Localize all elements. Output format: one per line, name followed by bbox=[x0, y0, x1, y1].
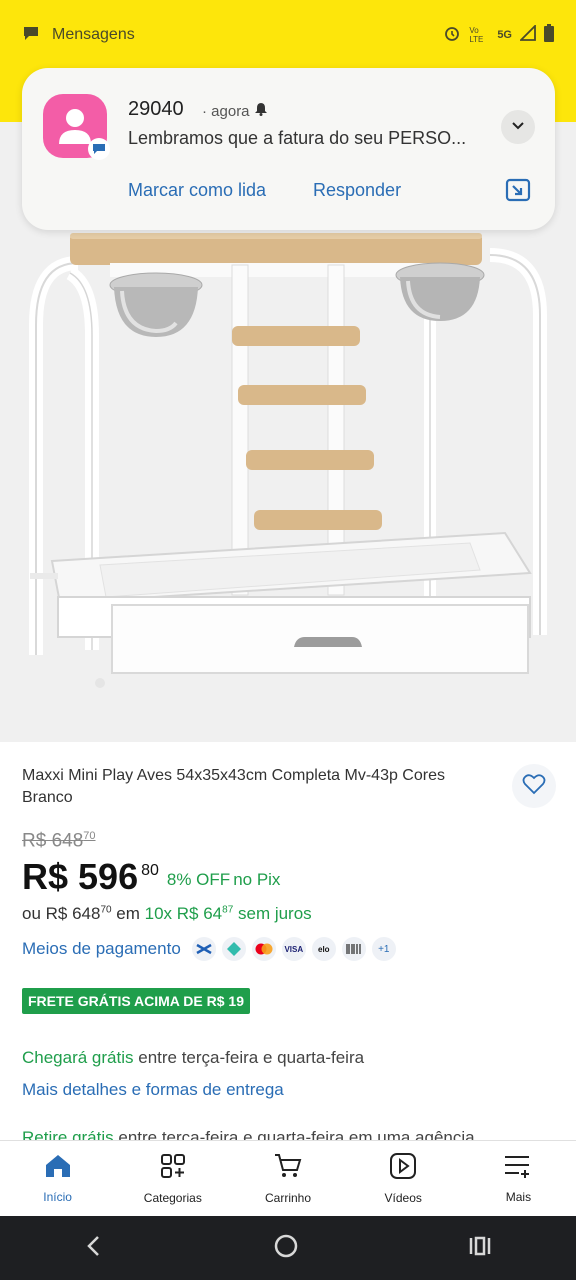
mark-as-read-button[interactable]: Marcar como lida bbox=[128, 180, 266, 201]
heart-icon bbox=[522, 773, 546, 800]
home-circle-icon[interactable] bbox=[273, 1233, 299, 1264]
free-shipping-badge: FRETE GRÁTIS ACIMA DE R$ 19 bbox=[22, 988, 250, 1014]
open-in-app-icon[interactable] bbox=[505, 178, 531, 207]
network-indicator: 5G bbox=[497, 29, 512, 41]
recent-apps-icon[interactable] bbox=[468, 1235, 492, 1262]
categories-icon bbox=[159, 1152, 187, 1185]
installment-mid: em bbox=[111, 904, 145, 923]
arrival-free-label: Chegará grátis bbox=[22, 1048, 134, 1067]
pix-payment-icon bbox=[220, 936, 247, 962]
installment-green: 10x R$ 64 bbox=[144, 904, 223, 923]
notification-card[interactable]: 29040 · agora Lembramos que a fatura do … bbox=[22, 68, 555, 230]
status-bar: Mensagens Vo LTE 5G bbox=[22, 20, 554, 50]
home-icon bbox=[44, 1153, 72, 1184]
product-image[interactable] bbox=[0, 225, 576, 695]
notification-sender: 29040 bbox=[128, 98, 184, 120]
video-icon bbox=[389, 1152, 417, 1185]
system-navigation-bar bbox=[0, 1216, 576, 1280]
current-price: R$ 596 80 8% OFF no Pix bbox=[22, 856, 280, 898]
nav-cart[interactable]: Carrinho bbox=[230, 1141, 345, 1216]
mastercard-payment-icon bbox=[250, 936, 277, 962]
price-cents: 80 bbox=[141, 862, 159, 879]
more-payment-methods-badge[interactable]: +1 bbox=[370, 936, 397, 962]
price-value: R$ 596 bbox=[22, 856, 139, 897]
installment-info: ou R$ 64870 em 10x R$ 6487 sem juros bbox=[22, 904, 312, 924]
original-price-value: R$ 648 bbox=[22, 830, 84, 852]
installment-green-cents: 87 bbox=[222, 904, 234, 916]
notification-time-text: · agora bbox=[202, 102, 250, 120]
payment-methods-row[interactable]: Meios de pagamento VISA elo +1 bbox=[22, 936, 397, 962]
nav-categories[interactable]: Categorias bbox=[115, 1141, 230, 1216]
installment-prefix-cents: 70 bbox=[100, 904, 112, 916]
boleto-payment-icon bbox=[340, 936, 367, 962]
message-icon bbox=[22, 24, 40, 47]
battery-icon bbox=[544, 23, 554, 47]
expand-notification-button[interactable] bbox=[501, 110, 535, 144]
pickup-free-label: Retire grátis bbox=[22, 1128, 114, 1140]
chevron-down-icon bbox=[510, 117, 526, 138]
installment-suffix: sem juros bbox=[233, 904, 312, 923]
status-app-label: Mensagens bbox=[52, 26, 135, 43]
arrival-dates: entre terça-feira e quarta-feira bbox=[133, 1048, 365, 1067]
nav-categories-label: Categorias bbox=[143, 1191, 202, 1205]
nav-cart-label: Carrinho bbox=[264, 1191, 312, 1205]
installment-prefix: ou R$ 648 bbox=[22, 904, 101, 923]
cart-icon bbox=[273, 1152, 303, 1185]
product-title: Maxxi Mini Play Aves 54x35x43cm Completa… bbox=[22, 767, 445, 806]
caixa-payment-icon bbox=[190, 936, 217, 962]
discount-pix-label: no Pix bbox=[233, 870, 281, 889]
notification-time: · agora bbox=[202, 102, 268, 120]
signal-icon bbox=[518, 23, 536, 46]
chat-badge-icon bbox=[88, 138, 110, 160]
alarm-icon bbox=[443, 24, 461, 47]
delivery-details-link[interactable]: Mais detalhes e formas de entrega bbox=[22, 1080, 284, 1100]
pickup-dates: entre terça-feira e quarta-feira em uma … bbox=[113, 1128, 475, 1140]
back-icon[interactable] bbox=[84, 1234, 104, 1263]
reply-button[interactable]: Responder bbox=[313, 180, 401, 201]
volte-indicator: Vo LTE bbox=[469, 26, 484, 44]
favorite-button[interactable] bbox=[512, 764, 556, 808]
bell-alert-icon bbox=[254, 102, 268, 120]
nav-videos-label: Vídeos bbox=[384, 1191, 422, 1205]
notification-message: Lembramos que a fatura do seu PERSO... bbox=[128, 128, 467, 148]
pickup-info: Retire grátis entre terça-feira e quarta… bbox=[22, 1128, 542, 1140]
visa-payment-icon: VISA bbox=[280, 936, 307, 962]
menu-more-icon bbox=[503, 1153, 533, 1184]
arrival-info: Chegará grátis entre terça-feira e quart… bbox=[22, 1048, 364, 1068]
original-price-cents: 70 bbox=[83, 830, 96, 842]
discount-label: 8% OFF bbox=[166, 870, 231, 889]
original-price: R$ 64870 bbox=[22, 830, 96, 852]
nav-home-label: Início bbox=[43, 1190, 72, 1204]
nav-more-label: Mais bbox=[505, 1190, 532, 1204]
payment-methods-link[interactable]: Meios de pagamento bbox=[22, 939, 181, 959]
nav-home[interactable]: Início bbox=[0, 1141, 115, 1216]
nav-videos[interactable]: Vídeos bbox=[346, 1141, 461, 1216]
elo-payment-icon: elo bbox=[310, 936, 337, 962]
bottom-navigation: Início Categorias Carrinho Vídeos Mais bbox=[0, 1140, 576, 1216]
nav-more[interactable]: Mais bbox=[461, 1141, 576, 1216]
